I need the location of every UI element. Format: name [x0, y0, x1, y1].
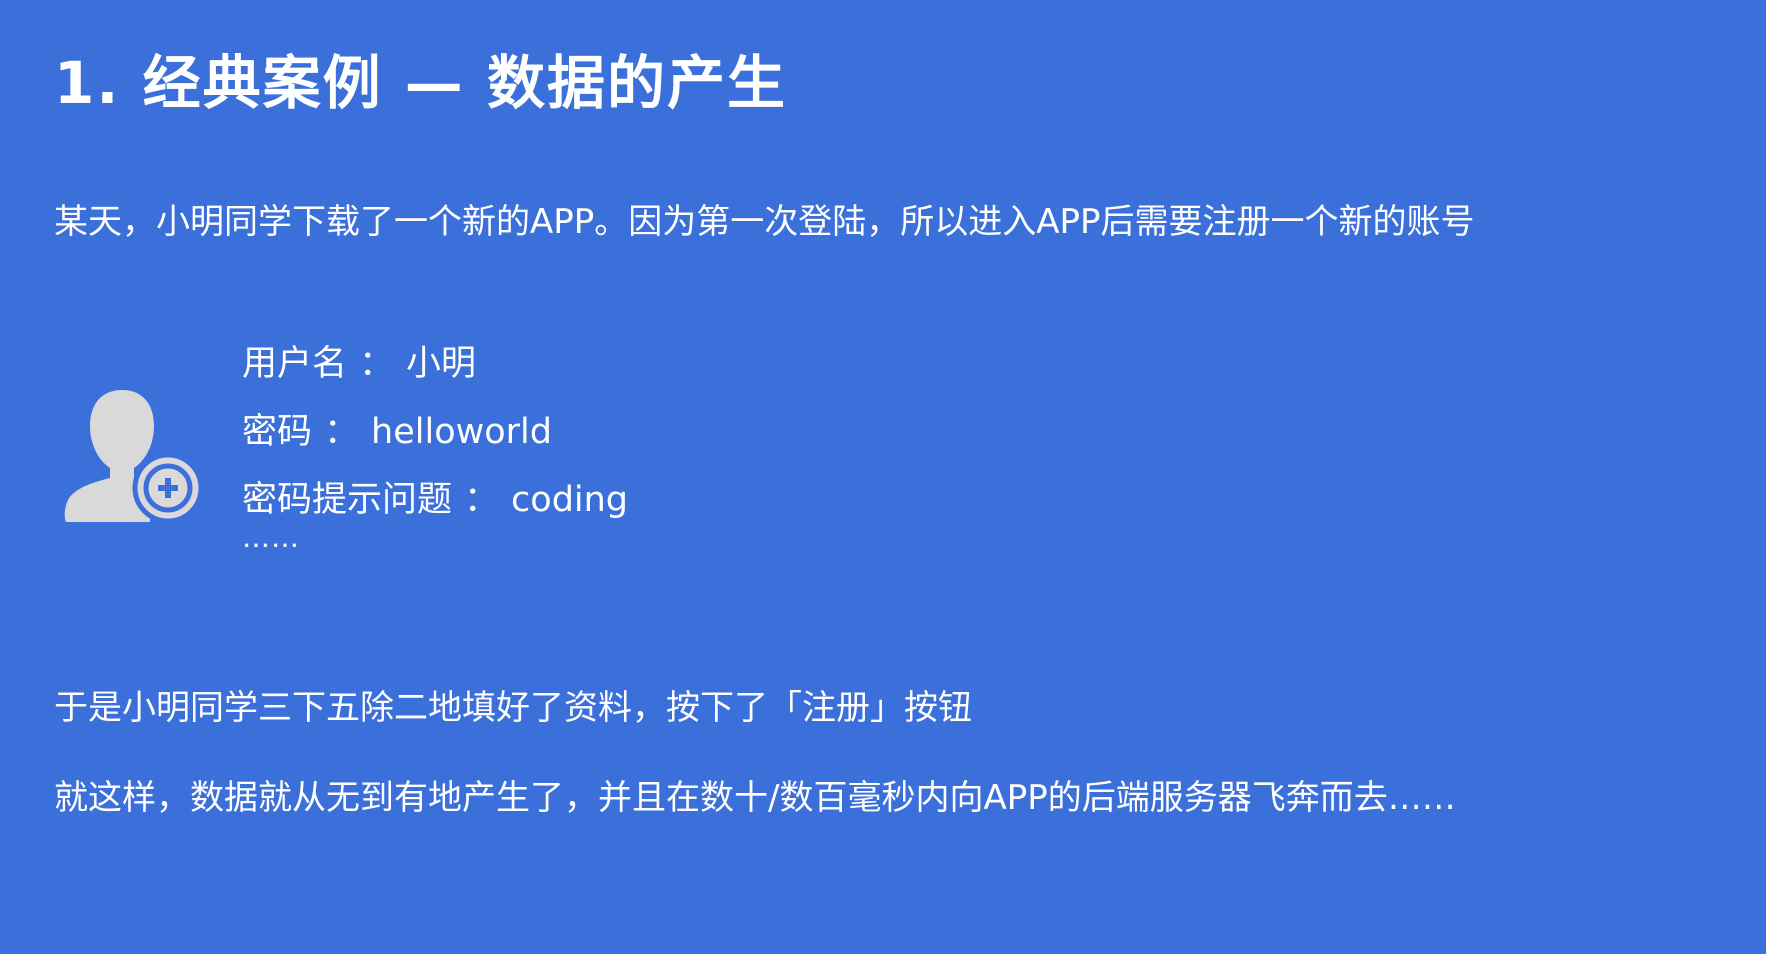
password-value: helloworld: [371, 412, 552, 452]
separator: ：: [324, 412, 360, 452]
registration-form: 用户名 ： 小明 密码 ： helloworld 密码提示问题 ： coding ……: [242, 340, 629, 554]
username-value: 小明: [406, 344, 477, 384]
separator: ：: [359, 344, 395, 384]
slide: 1. 经典案例 — 数据的产生 某天，小明同学下载了一个新的APP。因为第一次登…: [0, 0, 1766, 954]
username-label: 用户名: [242, 344, 348, 384]
intro-text: 某天，小明同学下载了一个新的APP。因为第一次登陆，所以进入APP后需要注册一个…: [54, 202, 1475, 242]
username-line: 用户名 ： 小明: [242, 340, 628, 408]
paragraph-register: 于是小明同学三下五除二地填好了资料，按下了「注册」按钮: [54, 688, 972, 728]
separator: ：: [464, 480, 500, 520]
password-line: 密码 ： helloworld: [242, 408, 628, 476]
password-label: 密码: [242, 412, 313, 452]
add-user-icon: [64, 388, 214, 528]
hint-label: 密码提示问题: [242, 480, 453, 520]
hint-value: coding: [511, 480, 629, 520]
slide-title: 1. 经典案例 — 数据的产生: [54, 49, 787, 117]
more-ellipsis: ……: [242, 521, 300, 554]
paragraph-data-flow: 就这样，数据就从无到有地产生了，并且在数十/数百毫秒内向APP的后端服务器飞奔而…: [54, 778, 1456, 818]
